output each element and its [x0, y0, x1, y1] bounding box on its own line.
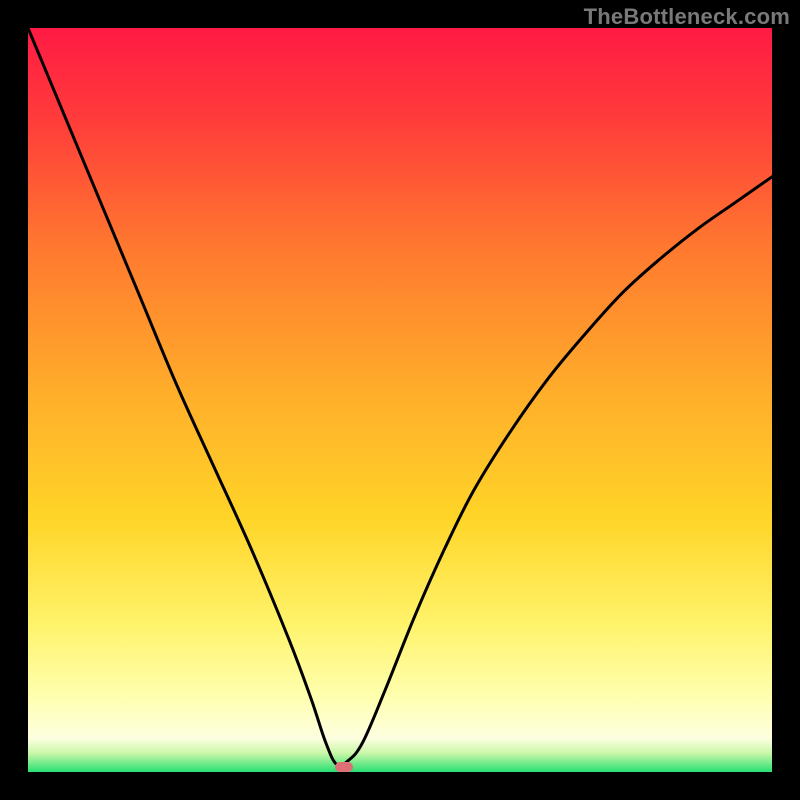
chart-frame: TheBottleneck.com	[0, 0, 800, 800]
watermark-text: TheBottleneck.com	[584, 4, 790, 30]
curve-layer	[28, 28, 772, 772]
bottleneck-curve	[28, 28, 772, 766]
optimum-marker	[335, 762, 353, 772]
plot-area	[28, 28, 772, 772]
